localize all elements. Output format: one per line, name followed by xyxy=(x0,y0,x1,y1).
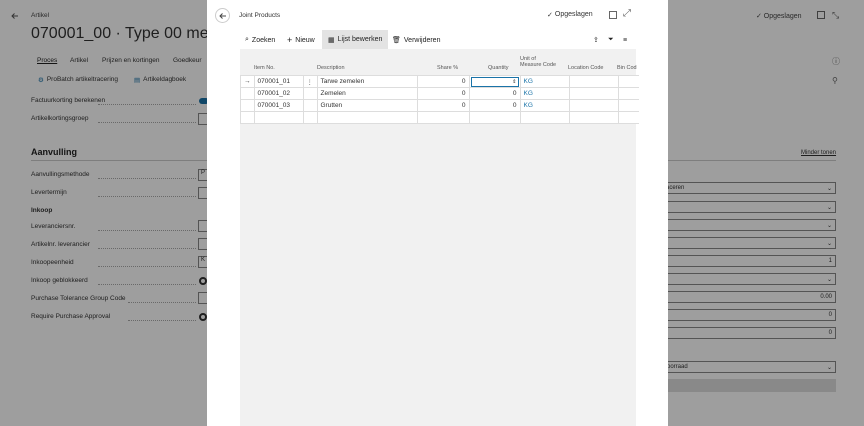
table-row[interactable]: 070001_02 Zemelen 0 0 KG xyxy=(240,87,639,100)
quantity-stepper[interactable]: ⇕ xyxy=(470,76,519,87)
cell-quantity[interactable]: 0 xyxy=(468,87,521,100)
cell-location[interactable] xyxy=(568,87,619,100)
row-menu-icon[interactable]: ⋮ xyxy=(302,75,318,88)
joint-products-dialog: Joint Products ✓ Opgeslagen ⤢ ⌕ Zoeken + Ni… xyxy=(207,0,668,426)
cell-item-no[interactable]: 070001_02 xyxy=(253,87,304,100)
cell-uom[interactable]: KG xyxy=(519,99,570,112)
dialog-saved-label: Opgeslagen xyxy=(554,11,593,18)
edit-list-icon: ▦ xyxy=(328,36,335,44)
delete-button[interactable]: 🗑 Verwijderen xyxy=(392,31,440,49)
uom-header-line2: Measure Code xyxy=(520,62,557,68)
column-header-bin[interactable]: Bin Cod xyxy=(617,65,637,71)
column-header-item-no[interactable]: Item No. xyxy=(254,65,275,71)
column-header-description[interactable]: Description xyxy=(317,65,345,71)
cell-bin[interactable] xyxy=(617,87,639,100)
cell-item-no[interactable]: 070001_01 xyxy=(253,75,304,88)
trash-icon: 🗑 xyxy=(392,37,401,44)
table-row-empty[interactable] xyxy=(240,111,639,124)
cell-description[interactable]: Grutten xyxy=(316,99,418,112)
column-header-uom[interactable]: Unit of Measure Code xyxy=(520,56,556,68)
search-button[interactable]: ⌕ Zoeken xyxy=(245,31,275,49)
column-header-share[interactable]: Share % xyxy=(437,65,458,71)
open-new-window-icon[interactable] xyxy=(609,11,617,19)
dialog-saved-status: ✓ Opgeslagen xyxy=(547,11,593,19)
expand-icon[interactable]: ⤢ xyxy=(623,8,631,19)
cell-share[interactable]: 0 xyxy=(416,87,470,100)
cell-location[interactable] xyxy=(568,75,619,88)
cell-share[interactable]: 0 xyxy=(416,99,470,112)
delete-button-label: Verwijderen xyxy=(403,36,441,44)
plus-icon: + xyxy=(287,35,293,45)
new-button-label: Nieuw xyxy=(295,36,315,44)
table-row[interactable]: → 070001_01 ⋮ Tarwe zemelen 0 ⇕ KG xyxy=(240,75,639,88)
cell-item-no[interactable]: 070001_03 xyxy=(253,99,304,112)
cell-uom[interactable]: KG xyxy=(519,75,570,88)
search-icon: ⌕ xyxy=(245,36,249,43)
cell-bin[interactable] xyxy=(617,75,639,88)
cell-description[interactable]: Zemelen xyxy=(316,87,418,100)
edit-list-button-label: Lijst bewerken xyxy=(337,36,383,43)
search-button-label: Zoeken xyxy=(251,36,276,44)
column-header-quantity[interactable]: Quantity xyxy=(488,65,508,71)
share-icon[interactable]: ⇪ xyxy=(593,31,599,49)
stepper-icon: ⇕ xyxy=(512,78,517,85)
cell-bin[interactable] xyxy=(617,99,639,112)
new-button[interactable]: + Nieuw xyxy=(287,31,315,49)
dialog-title: Joint Products xyxy=(239,12,281,19)
edit-list-button[interactable]: ▦ Lijst bewerken xyxy=(322,30,389,49)
dialog-back-button[interactable] xyxy=(215,8,230,23)
joint-products-table: → 070001_01 ⋮ Tarwe zemelen 0 ⇕ KG 07000… xyxy=(240,75,639,124)
cell-location[interactable] xyxy=(568,99,619,112)
column-header-location[interactable]: Location Code xyxy=(568,65,603,71)
list-view-icon[interactable]: ≡ xyxy=(623,31,627,49)
cell-quantity[interactable]: 0 xyxy=(468,99,521,112)
cell-description[interactable]: Tarwe zemelen xyxy=(316,75,418,88)
cell-uom[interactable]: KG xyxy=(519,87,570,100)
filter-icon[interactable]: ⏷ xyxy=(608,31,614,49)
cell-share[interactable]: 0 xyxy=(416,75,470,88)
table-row[interactable]: 070001_03 Grutten 0 0 KG xyxy=(240,99,639,112)
cell-quantity[interactable]: ⇕ xyxy=(468,75,521,88)
arrow-left-icon xyxy=(218,12,226,19)
check-icon: ✓ xyxy=(547,12,553,19)
row-arrow-icon: → xyxy=(240,75,254,88)
